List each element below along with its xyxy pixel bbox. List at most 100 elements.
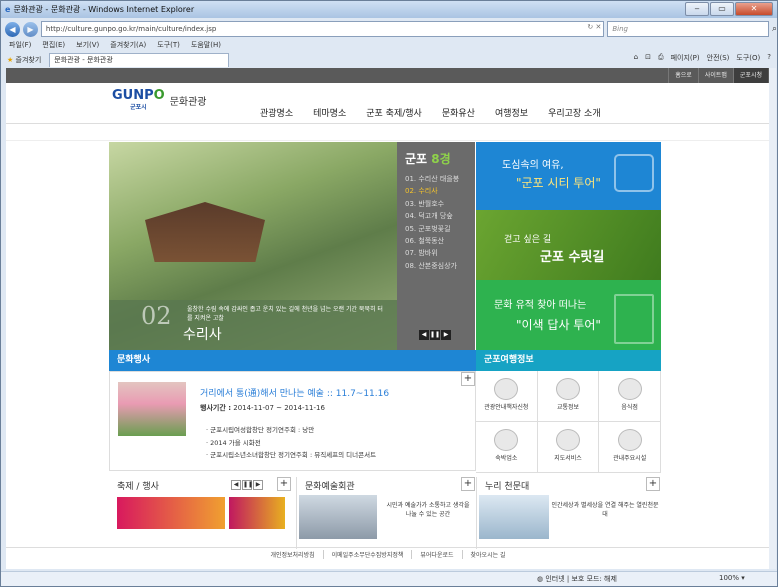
- minimize-button[interactable]: ‒: [685, 2, 709, 16]
- next-button[interactable]: ▶: [253, 480, 263, 490]
- site-logo[interactable]: GUNPO 군포시 문화관광: [112, 89, 207, 111]
- nav-themes[interactable]: 테마명소: [307, 106, 360, 119]
- list-item[interactable]: · 군포시립소년소녀합창단 정기연주회 : 뮤직셰프의 디너콘서트: [206, 449, 376, 462]
- events-more-button[interactable]: +: [461, 372, 475, 386]
- tour-map[interactable]: 지도서비스: [537, 422, 600, 473]
- tour-brochure[interactable]: 관광안내책자신청: [476, 371, 538, 422]
- nav-travel-info[interactable]: 여행정보: [489, 106, 542, 119]
- nav-about[interactable]: 우리고장 소개: [542, 106, 615, 119]
- divider: [6, 140, 770, 141]
- nav-festivals[interactable]: 군포 축제/행사: [360, 106, 436, 119]
- utility-bar: 홈으로 사이트맵 군포시청: [6, 68, 770, 83]
- list-item[interactable]: 03. 반월호수: [405, 198, 475, 210]
- arts-hall-heading: 문화예술회관: [305, 482, 355, 492]
- hero-number: 02: [141, 302, 172, 330]
- arts-hall-image[interactable]: [299, 495, 377, 539]
- next-button[interactable]: ▶: [441, 330, 451, 340]
- list-item[interactable]: 04. 덕고개 당숲: [405, 210, 475, 222]
- footer-privacy[interactable]: 개인정보처리방침: [262, 550, 322, 559]
- print-icon[interactable]: ⎙: [658, 53, 664, 63]
- event-title[interactable]: 거리에서 통(通)해서 만나는 예술 :: 11.7~11.16: [200, 386, 389, 399]
- tour-restaurant[interactable]: 음식점: [599, 371, 661, 422]
- festival-poster[interactable]: [117, 497, 225, 529]
- list-item[interactable]: 08. 산본중심상가: [405, 260, 475, 272]
- festival-poster[interactable]: [229, 497, 285, 529]
- address-text: http://culture.gunpo.go.kr/main/culture/…: [45, 25, 217, 33]
- home-icon[interactable]: ⌂: [634, 53, 638, 63]
- nav-heritage[interactable]: 문화유산: [436, 106, 489, 119]
- forward-icon[interactable]: ▶: [22, 21, 38, 37]
- zoom-level[interactable]: 100% ▾: [719, 574, 745, 582]
- menu-view[interactable]: 보기(V): [76, 40, 99, 52]
- refresh-icon[interactable]: ↻ ✕: [587, 23, 601, 31]
- car-icon: [555, 378, 580, 400]
- banner-title: 군포 수릿길: [540, 250, 605, 265]
- menu-tools[interactable]: 도구(T): [157, 40, 180, 52]
- help-icon[interactable]: ?: [767, 53, 771, 63]
- list-item[interactable]: 05. 군포벚꽃길: [405, 223, 475, 235]
- menu-edit[interactable]: 편집(E): [42, 40, 65, 52]
- favorites-button[interactable]: ★ 즐겨찾기: [7, 55, 41, 65]
- util-cityhall[interactable]: 군포시청: [732, 68, 768, 83]
- events-heading: 문화행사: [109, 350, 476, 371]
- globe-icon: ◍: [537, 575, 544, 583]
- tools-menu[interactable]: 도구(O): [736, 53, 760, 63]
- bus-icon: [614, 154, 654, 192]
- banner-text: 도심속의 여유,: [502, 160, 564, 171]
- rss-icon[interactable]: ⊡: [645, 53, 651, 63]
- arts-hall-more-button[interactable]: +: [461, 477, 475, 491]
- observatory-more-button[interactable]: +: [646, 477, 660, 491]
- divider: [6, 123, 770, 124]
- list-item[interactable]: 06. 철쭉동산: [405, 235, 475, 247]
- festival-more-button[interactable]: +: [277, 477, 291, 491]
- list-item[interactable]: · 2014 가을 시화전: [206, 437, 376, 450]
- search-input[interactable]: Bing: [607, 21, 769, 37]
- observatory-image[interactable]: [479, 495, 549, 539]
- festival-section: 축제 / 행사 ◀ ❚❚ ▶: [109, 477, 291, 549]
- star-icon: ★: [7, 55, 14, 64]
- tour-info-heading: 군포여행정보: [476, 350, 661, 371]
- maximize-button[interactable]: ▭: [710, 2, 734, 16]
- address-bar[interactable]: http://culture.gunpo.go.kr/main/culture/…: [40, 21, 605, 37]
- tour-facilities[interactable]: 관내주요시설: [599, 422, 661, 473]
- city-tour-banner[interactable]: 도심속의 여유, "군포 시티 투어": [476, 142, 661, 210]
- page-menu[interactable]: 페이지(P): [671, 53, 700, 63]
- list-item[interactable]: 07. 밤바위: [405, 247, 475, 259]
- surigil-banner[interactable]: 걷고 싶은 길 군포 수릿길: [476, 210, 661, 280]
- browser-tab[interactable]: 문화관광 - 문화관광: [49, 52, 230, 67]
- arts-hall-text: 시민과 예술가가 소통하고 생각을 나눌 수 있는 공간: [386, 502, 470, 518]
- list-item[interactable]: 01. 수리산 태을봉: [405, 173, 475, 185]
- events-box: 거리에서 통(通)해서 만나는 예술 :: 11.7~11.16 행사기간 : …: [109, 371, 476, 471]
- prev-button[interactable]: ◀: [231, 480, 241, 490]
- footer-viewer[interactable]: 뷰어다운로드: [411, 550, 461, 559]
- util-sitemap[interactable]: 사이트맵: [697, 68, 733, 83]
- menu-favorites[interactable]: 즐겨찾기(A): [110, 40, 146, 52]
- close-button[interactable]: ✕: [735, 2, 773, 16]
- event-period: 행사기간 : 2014-11-07 ~ 2014-11-16: [200, 404, 325, 412]
- list-item[interactable]: 02. 수리사: [405, 185, 475, 197]
- brochure-icon: [494, 378, 519, 400]
- heritage-tour-banner[interactable]: 문화 유적 찾아 떠나는 "이색 답사 투어": [476, 280, 661, 350]
- hero-name: 수리사: [183, 327, 222, 343]
- hero-image[interactable]: 02 울창한 수림 속에 감싸인 좁고 운치 있는 길에 천년을 넘는 오랜 기…: [109, 142, 397, 350]
- footer-directions[interactable]: 찾아오시는 길: [461, 550, 514, 559]
- list-item[interactable]: · 군포시립여성합창단 정기연주회 : 낭만: [206, 424, 376, 437]
- pause-button[interactable]: ❚❚: [242, 480, 253, 490]
- pause-button[interactable]: ❚❚: [430, 330, 440, 340]
- temple-image: [145, 202, 265, 262]
- nav-attractions[interactable]: 관광명소: [254, 106, 307, 119]
- footer-email-policy[interactable]: 이메일주소무단수집방지정책: [322, 550, 412, 559]
- back-icon[interactable]: ◀: [5, 21, 20, 37]
- tour-transport[interactable]: 교통정보: [537, 371, 600, 422]
- tour-lodging[interactable]: 숙박업소: [476, 422, 538, 473]
- menu-file[interactable]: 파일(F): [9, 40, 31, 52]
- safety-menu[interactable]: 안전(S): [707, 53, 730, 63]
- prev-button[interactable]: ◀: [419, 330, 429, 340]
- menu-help[interactable]: 도움말(H): [191, 40, 221, 52]
- event-thumbnail[interactable]: [118, 382, 186, 436]
- search-placeholder: Bing: [612, 25, 629, 33]
- search-icon[interactable]: ⌕: [772, 24, 777, 34]
- scrollbar[interactable]: [769, 68, 776, 569]
- util-home[interactable]: 홈으로: [668, 68, 698, 83]
- festival-heading: 축제 / 행사: [117, 482, 159, 492]
